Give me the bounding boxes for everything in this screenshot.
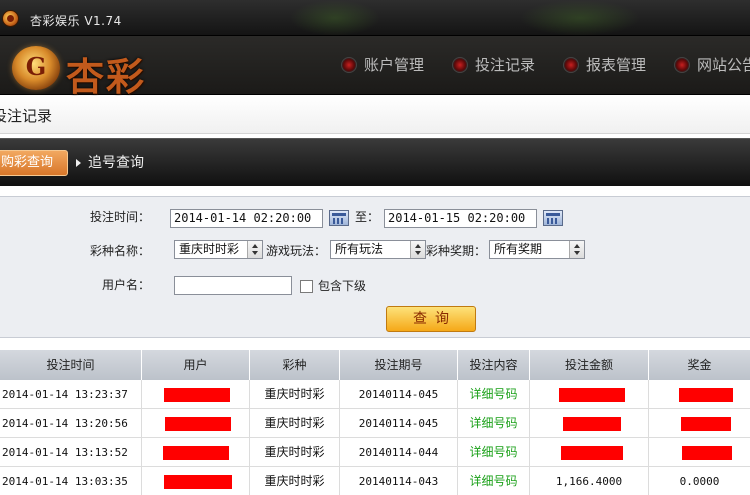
cell-amount bbox=[530, 409, 649, 438]
redaction-mark bbox=[164, 475, 232, 489]
play-select[interactable]: 所有玩法 bbox=[330, 240, 426, 259]
include-sub-checkbox[interactable] bbox=[300, 280, 313, 293]
page-title: 投注记录 bbox=[0, 107, 53, 125]
play-label: 游戏玩法： bbox=[266, 244, 327, 258]
cell-lottery: 重庆时时彩 bbox=[250, 380, 340, 409]
nav-bullet-icon bbox=[674, 57, 690, 73]
calendar-icon[interactable] bbox=[329, 210, 349, 226]
cell-time: 2014-01-14 13:23:37 bbox=[0, 380, 142, 409]
redaction-mark bbox=[681, 417, 731, 431]
to-label: 至： bbox=[355, 210, 380, 224]
col-header-lottery: 彩种 bbox=[250, 350, 340, 380]
table-header: 投注时间 用户 彩种 投注期号 投注内容 投注金额 奖金 bbox=[0, 350, 750, 380]
nav-bullet-icon bbox=[563, 57, 579, 73]
redaction-mark bbox=[165, 417, 231, 431]
detail-numbers-link[interactable]: 详细号码 bbox=[458, 380, 530, 409]
nav-bullet-icon bbox=[341, 57, 357, 73]
time-to-input[interactable]: 2014-01-15 02:20:00 bbox=[384, 209, 537, 228]
username-label: 用户名： bbox=[102, 278, 151, 292]
detail-numbers-link[interactable]: 详细号码 bbox=[458, 467, 530, 495]
cell-time: 2014-01-14 13:20:56 bbox=[0, 409, 142, 438]
issue-select[interactable]: 所有奖期 bbox=[489, 240, 585, 259]
window-titlebar: 杏彩娱乐 V1.74 bbox=[0, 0, 750, 36]
cell-user bbox=[142, 409, 250, 438]
cell-user bbox=[142, 380, 250, 409]
redaction-mark bbox=[163, 446, 229, 460]
tabs-bar: 购彩查询 追号查询 bbox=[0, 138, 750, 186]
app-logo-icon bbox=[2, 10, 19, 27]
nav-item-reports[interactable]: 报表管理 bbox=[562, 54, 646, 78]
main-nav: 账户管理 投注记录 报表管理 网站公告 bbox=[340, 54, 750, 78]
page-title-bar: 投注记录 bbox=[0, 96, 750, 134]
cell-amount bbox=[530, 438, 649, 467]
cell-amount bbox=[530, 380, 649, 409]
select-spinner-icon bbox=[569, 241, 584, 258]
lottery-label: 彩种名称： bbox=[90, 244, 151, 258]
table-row: 2014-01-14 13:13:52 重庆时时彩 20140114-044 详… bbox=[0, 438, 750, 467]
nav-bullet-icon bbox=[452, 57, 468, 73]
include-sub-label: 包含下级 bbox=[318, 279, 367, 293]
table-row: 2014-01-14 13:23:37 重庆时时彩 20140114-045 详… bbox=[0, 380, 750, 409]
table-row: 2014-01-14 13:20:56 重庆时时彩 20140114-045 详… bbox=[0, 409, 750, 438]
cell-time: 2014-01-14 13:03:35 bbox=[0, 467, 142, 495]
cell-user bbox=[142, 438, 250, 467]
col-header-issue: 投注期号 bbox=[340, 350, 458, 380]
background-leaf-decoration bbox=[290, 0, 380, 36]
nav-item-account[interactable]: 账户管理 bbox=[340, 54, 424, 78]
cell-amount: 1,166.4000 bbox=[530, 467, 649, 495]
nav-item-bet-records[interactable]: 投注记录 bbox=[451, 54, 535, 78]
redaction-mark bbox=[682, 446, 732, 460]
background-leaf-decoration bbox=[520, 0, 640, 36]
nav-item-announcements[interactable]: 网站公告 bbox=[673, 54, 750, 78]
calendar-icon[interactable] bbox=[543, 210, 563, 226]
cell-prize: 0.0000 bbox=[679, 475, 720, 488]
issue-label: 彩种奖期： bbox=[426, 244, 487, 258]
select-spinner-icon bbox=[410, 241, 425, 258]
brand-logo: G 杏彩 bbox=[12, 44, 187, 99]
time-from-input[interactable]: 2014-01-14 02:20:00 bbox=[170, 209, 323, 228]
table-row: 2014-01-14 13:03:35 重庆时时彩 20140114-043 详… bbox=[0, 467, 750, 495]
cell-prize bbox=[649, 409, 750, 438]
cell-prize bbox=[649, 380, 750, 409]
cell-prize bbox=[649, 438, 750, 467]
cell-issue: 20140114-043 bbox=[340, 467, 458, 495]
cell-lottery: 重庆时时彩 bbox=[250, 409, 340, 438]
col-header-content: 投注内容 bbox=[458, 350, 530, 380]
brand-badge-icon: G bbox=[12, 46, 60, 90]
col-header-time: 投注时间 bbox=[0, 350, 142, 380]
cell-time: 2014-01-14 13:13:52 bbox=[0, 438, 142, 467]
redaction-mark bbox=[559, 388, 625, 402]
lottery-select[interactable]: 重庆时时彩 bbox=[174, 240, 263, 259]
cell-issue: 20140114-044 bbox=[340, 438, 458, 467]
detail-numbers-link[interactable]: 详细号码 bbox=[458, 409, 530, 438]
col-header-prize: 奖金 bbox=[687, 358, 712, 372]
redaction-mark bbox=[164, 388, 230, 402]
cell-issue: 20140114-045 bbox=[340, 380, 458, 409]
arrow-right-icon bbox=[76, 159, 81, 167]
redaction-mark bbox=[561, 446, 623, 460]
redaction-mark bbox=[563, 417, 621, 431]
redaction-mark bbox=[679, 388, 733, 402]
cell-user bbox=[142, 467, 250, 495]
col-header-amount: 投注金额 bbox=[530, 350, 649, 380]
select-spinner-icon bbox=[247, 241, 262, 258]
cell-lottery: 重庆时时彩 bbox=[250, 467, 340, 495]
tab-purchase-query[interactable]: 购彩查询 bbox=[0, 150, 68, 176]
username-input[interactable] bbox=[174, 276, 292, 295]
detail-numbers-link[interactable]: 详细号码 bbox=[458, 438, 530, 467]
col-header-user: 用户 bbox=[142, 350, 250, 380]
query-button[interactable]: 查询 bbox=[386, 306, 476, 332]
cell-lottery: 重庆时时彩 bbox=[250, 438, 340, 467]
app-header: G 杏彩 账户管理 投注记录 报表管理 网站公告 bbox=[0, 36, 750, 99]
window-title: 杏彩娱乐 V1.74 bbox=[30, 14, 122, 28]
tab-chase-query[interactable]: 追号查询 bbox=[76, 150, 144, 176]
cell-issue: 20140114-045 bbox=[340, 409, 458, 438]
bet-time-label: 投注时间： bbox=[90, 210, 151, 224]
brand-logo-text: 杏彩 bbox=[66, 54, 147, 99]
